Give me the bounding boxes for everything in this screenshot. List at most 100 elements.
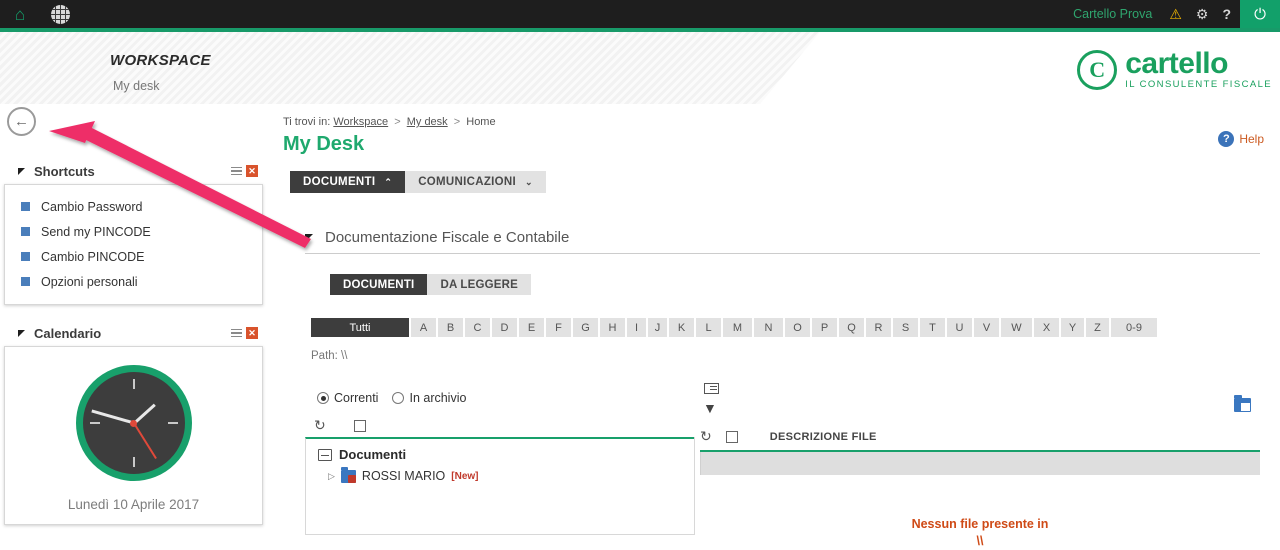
alpha-filter-letter[interactable]: J <box>648 318 667 337</box>
clock-tick <box>132 379 135 389</box>
radio-dot-icon <box>392 392 405 404</box>
select-all-checkbox[interactable] <box>725 430 738 443</box>
shortcuts-panel: Shortcuts ✕ Cambio Password Send my PINC… <box>4 158 263 305</box>
list-item[interactable]: Cambio Password <box>5 194 262 219</box>
close-icon[interactable]: ✕ <box>246 327 258 339</box>
alpha-filter-letter[interactable]: Y <box>1061 318 1084 337</box>
refresh-icon[interactable]: ↻ <box>314 417 326 434</box>
column-header-descrizione-file: DESCRIZIONE FILE <box>769 430 877 443</box>
breadcrumb-item-workspace[interactable]: Workspace <box>333 116 388 128</box>
workspace-title: WORKSPACE <box>110 52 211 69</box>
radio-in-archivio[interactable]: In archivio <box>392 391 466 405</box>
radio-correnti[interactable]: Correnti <box>317 391 378 405</box>
help-question-icon[interactable]: ? <box>1222 7 1231 21</box>
menu-icon[interactable] <box>231 328 242 338</box>
calendar-panel: Calendario ✕ Lunedì 10 Aprile 2017 <box>4 320 263 525</box>
alpha-filter-letter[interactable]: H <box>600 318 625 337</box>
shortcuts-panel-header: Shortcuts ✕ <box>4 158 263 184</box>
breadcrumb-prefix: Ti trovi in: <box>283 116 331 128</box>
alpha-filter-letter[interactable]: K <box>669 318 694 337</box>
collapse-triangle-icon[interactable] <box>18 329 25 337</box>
alpha-filter-letter[interactable]: N <box>754 318 783 337</box>
alpha-filter-letter[interactable]: D <box>492 318 517 337</box>
alpha-filter-letter[interactable]: T <box>920 318 945 337</box>
collapse-triangle-icon[interactable] <box>305 233 313 242</box>
subtab-da-leggere[interactable]: DA LEGGERE <box>427 274 532 295</box>
alpha-filter-letter[interactable]: P <box>812 318 837 337</box>
tree-root-item[interactable]: Documenti <box>306 439 694 462</box>
alpha-filter-letter[interactable]: Q <box>839 318 864 337</box>
alpha-filter-digits[interactable]: 0-9 <box>1111 318 1157 337</box>
close-icon[interactable]: ✕ <box>246 165 258 177</box>
alpha-filter-letter[interactable]: M <box>723 318 752 337</box>
folder-icon[interactable] <box>1234 395 1251 412</box>
breadcrumb-item-my-desk[interactable]: My desk <box>407 116 448 128</box>
breadcrumb: Ti trovi in: Workspace > My desk > Home <box>283 116 496 128</box>
brand-logo: C cartello IL CONSULENTE FISCALE <box>1077 47 1272 90</box>
logo-wordmark: cartello <box>1125 47 1228 81</box>
list-icon[interactable] <box>704 383 719 394</box>
clock-second-hand <box>132 422 157 460</box>
refresh-icon[interactable]: ↻ <box>700 428 712 445</box>
tab-documenti[interactable]: DOCUMENTI ⌃ <box>290 171 406 193</box>
chevron-right-icon[interactable]: ▷ <box>328 471 335 482</box>
alpha-filter-letter[interactable]: G <box>573 318 598 337</box>
alpha-filter-letter[interactable]: W <box>1001 318 1032 337</box>
alpha-filter-all[interactable]: Tutti <box>311 318 409 337</box>
alpha-filter-letter[interactable]: X <box>1034 318 1059 337</box>
folder-icon <box>318 448 332 461</box>
calendar-panel-title: Calendario <box>34 325 102 341</box>
alpha-filter-letter[interactable]: S <box>893 318 918 337</box>
select-all-checkbox[interactable] <box>353 419 366 432</box>
list-item[interactable]: Cambio PINCODE <box>5 244 262 269</box>
section-header[interactable]: Documentazione Fiscale e Contabile <box>305 229 569 246</box>
folder-tree: Documenti ▷ ROSSI MARIO [New] <box>305 437 695 535</box>
gear-icon[interactable]: ⚙ <box>1196 7 1209 21</box>
shortcut-label: Opzioni personali <box>41 274 138 289</box>
back-button[interactable]: ← <box>7 107 36 136</box>
locked-folder-icon <box>340 467 356 483</box>
alpha-filter-letter[interactable]: E <box>519 318 544 337</box>
shortcuts-panel-body: Cambio Password Send my PINCODE Cambio P… <box>4 184 263 305</box>
bullet-icon <box>21 227 30 236</box>
user-name: Cartello Prova <box>1073 7 1153 21</box>
logout-button[interactable]: ⏻ <box>1240 0 1280 28</box>
warning-icon[interactable]: ⚠ <box>1169 7 1182 21</box>
alpha-filter-letter[interactable]: L <box>696 318 721 337</box>
file-list-filter-row[interactable] <box>700 452 1260 475</box>
language-button[interactable] <box>40 0 80 28</box>
bullet-icon <box>21 202 30 211</box>
logo-mark-icon: C <box>1077 50 1118 90</box>
alpha-filter-letter[interactable]: V <box>974 318 999 337</box>
collapse-triangle-icon[interactable] <box>18 167 25 175</box>
alpha-filter-letter[interactable]: I <box>627 318 646 337</box>
alpha-filter-letter[interactable]: R <box>866 318 891 337</box>
radio-label: Correnti <box>334 391 379 405</box>
list-item[interactable]: Opzioni personali <box>5 269 262 294</box>
tab-comunicazioni[interactable]: COMUNICAZIONI ⌄ <box>405 171 546 193</box>
filter-icon[interactable]: ▼ <box>703 400 717 416</box>
tree-toolbar: ↻ <box>314 417 366 434</box>
sub-tabs: DOCUMENTI DA LEGGERE <box>330 274 532 295</box>
alpha-filter-letter[interactable]: Z <box>1086 318 1109 337</box>
status-badge: [New] <box>451 470 479 482</box>
file-panel-toolbar: ▼ <box>700 380 1260 428</box>
alpha-filter-letter[interactable]: C <box>465 318 490 337</box>
alpha-filter-letter[interactable]: A <box>411 318 436 337</box>
section-divider <box>305 253 1260 254</box>
arrow-left-icon: ← <box>14 113 29 130</box>
subtab-documenti[interactable]: DOCUMENTI <box>330 274 428 295</box>
help-button[interactable]: ? Help <box>1218 131 1264 147</box>
list-item[interactable]: Send my PINCODE <box>5 219 262 244</box>
alpha-filter-letter[interactable]: O <box>785 318 810 337</box>
shortcuts-panel-tools: ✕ <box>231 165 263 177</box>
tree-item[interactable]: ▷ ROSSI MARIO [New] <box>306 462 694 483</box>
alpha-filter-letter[interactable]: F <box>546 318 571 337</box>
alpha-filter-letter[interactable]: U <box>947 318 972 337</box>
alpha-filter-letter[interactable]: B <box>438 318 463 337</box>
empty-state-line2: \\ <box>976 533 984 548</box>
home-button[interactable]: ⌂ <box>0 0 40 28</box>
tab-label: DOCUMENTI <box>303 176 376 188</box>
menu-icon[interactable] <box>231 166 242 176</box>
alphabet-filter: Tutti A B C D E F G H I J K L M N O P Q … <box>311 318 1157 337</box>
